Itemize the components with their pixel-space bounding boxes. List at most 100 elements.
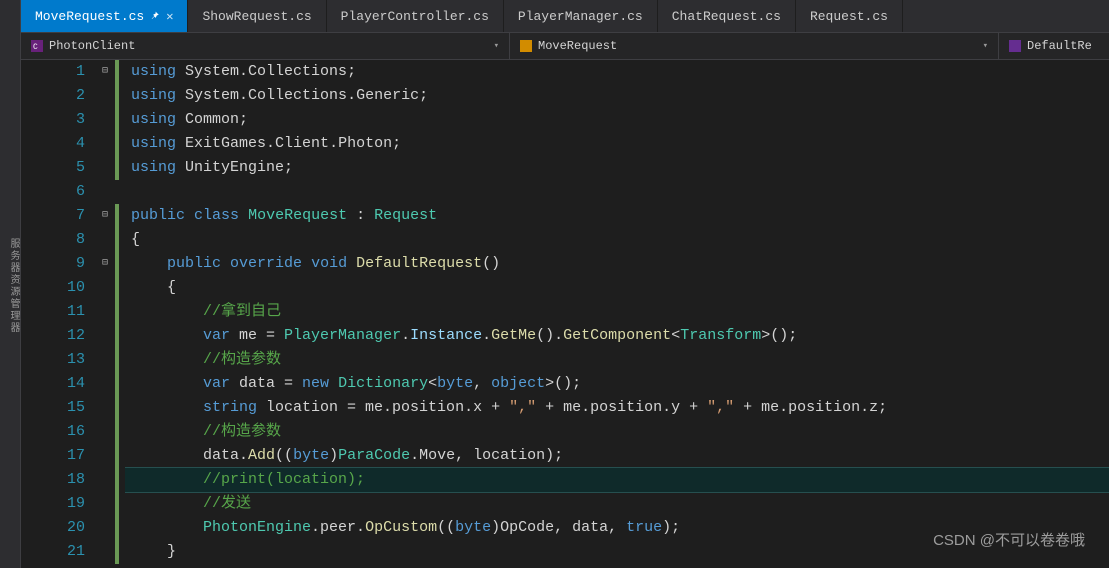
tab-label: ChatRequest.cs	[672, 9, 781, 24]
line-number: 5	[21, 156, 85, 180]
pin-icon	[150, 11, 160, 21]
tab-label: ShowRequest.cs	[202, 9, 311, 24]
line-number: 1	[21, 60, 85, 84]
line-number: 21	[21, 540, 85, 564]
code-line[interactable]: data.Add((byte)ParaCode.Move, location);	[131, 444, 1109, 468]
change-mark	[115, 228, 119, 252]
change-mark	[115, 300, 119, 324]
code-line[interactable]: using UnityEngine;	[131, 156, 1109, 180]
close-icon[interactable]: ✕	[166, 9, 173, 24]
change-mark	[115, 348, 119, 372]
fold-toggle	[97, 396, 113, 420]
code-line[interactable]	[131, 180, 1109, 204]
change-mark	[115, 372, 119, 396]
vertical-toolbar: 服务器资源管理器 工具箱	[0, 0, 21, 568]
change-mark	[115, 492, 119, 516]
method-icon	[1009, 40, 1021, 52]
fold-toggle	[97, 228, 113, 252]
tab-label: PlayerManager.cs	[518, 9, 643, 24]
change-mark	[115, 468, 119, 492]
fold-toggle	[97, 180, 113, 204]
code-line[interactable]: //拿到自己	[131, 300, 1109, 324]
tab-moverequest[interactable]: MoveRequest.cs ✕	[21, 0, 188, 32]
change-mark	[115, 444, 119, 468]
fold-gutter[interactable]: ⊟ ⊟ ⊟	[97, 60, 113, 568]
csharp-project-icon: C	[31, 40, 43, 52]
change-mark	[115, 252, 119, 276]
code-line[interactable]: string location = me.position.x + "," + …	[131, 396, 1109, 420]
code-line[interactable]: {	[131, 276, 1109, 300]
tab-playercontroller[interactable]: PlayerController.cs	[327, 0, 504, 32]
navigation-bar: C PhotonClient ▾ MoveRequest ▾ DefaultRe	[21, 33, 1109, 60]
tab-label: PlayerController.cs	[341, 9, 489, 24]
change-mark	[115, 516, 119, 540]
fold-toggle	[97, 372, 113, 396]
change-mark	[115, 84, 119, 108]
fold-toggle	[97, 300, 113, 324]
fold-toggle	[97, 468, 113, 492]
code-line[interactable]: using System.Collections.Generic;	[131, 84, 1109, 108]
change-mark	[115, 108, 119, 132]
change-mark	[113, 180, 125, 204]
fold-toggle	[97, 348, 113, 372]
tab-label: Request.cs	[810, 9, 888, 24]
line-number: 9	[21, 252, 85, 276]
crumb-project[interactable]: C PhotonClient ▾	[21, 33, 510, 59]
crumb-label: DefaultRe	[1027, 39, 1092, 53]
code-line[interactable]: using ExitGames.Client.Photon;	[131, 132, 1109, 156]
line-number: 14	[21, 372, 85, 396]
code-area[interactable]: using System.Collections;using System.Co…	[125, 60, 1109, 568]
line-number: 13	[21, 348, 85, 372]
change-mark	[115, 540, 119, 564]
line-number-gutter: 123456789101112131415161718192021	[21, 60, 97, 568]
code-line[interactable]: PhotonEngine.peer.OpCustom((byte)OpCode,…	[131, 516, 1109, 540]
line-number: 20	[21, 516, 85, 540]
document-tabs: MoveRequest.cs ✕ ShowRequest.cs PlayerCo…	[21, 0, 1109, 33]
code-line[interactable]: //print(location);	[125, 468, 1109, 492]
line-number: 16	[21, 420, 85, 444]
code-line[interactable]: public override void DefaultRequest()	[131, 252, 1109, 276]
fold-toggle	[97, 444, 113, 468]
fold-toggle[interactable]: ⊟	[97, 60, 113, 84]
crumb-label: PhotonClient	[49, 39, 135, 53]
code-line[interactable]: }	[131, 540, 1109, 564]
code-line[interactable]: var me = PlayerManager.Instance.GetMe().…	[131, 324, 1109, 348]
fold-toggle	[97, 540, 113, 564]
main-area: MoveRequest.cs ✕ ShowRequest.cs PlayerCo…	[21, 0, 1109, 568]
change-mark	[115, 60, 119, 84]
fold-toggle[interactable]: ⊟	[97, 252, 113, 276]
fold-toggle	[97, 516, 113, 540]
crumb-class[interactable]: MoveRequest ▾	[510, 33, 999, 59]
code-line[interactable]: var data = new Dictionary<byte, object>(…	[131, 372, 1109, 396]
change-mark	[115, 396, 119, 420]
change-mark	[115, 276, 119, 300]
tab-chatrequest[interactable]: ChatRequest.cs	[658, 0, 796, 32]
tab-showrequest[interactable]: ShowRequest.cs	[188, 0, 326, 32]
code-line[interactable]: //发送	[131, 492, 1109, 516]
fold-toggle	[97, 492, 113, 516]
editor-root: 服务器资源管理器 工具箱 MoveRequest.cs ✕ ShowReques…	[0, 0, 1109, 568]
code-line[interactable]: public class MoveRequest : Request	[131, 204, 1109, 228]
fold-toggle	[97, 276, 113, 300]
line-number: 12	[21, 324, 85, 348]
code-line[interactable]: {	[131, 228, 1109, 252]
crumb-method[interactable]: DefaultRe	[999, 33, 1109, 59]
code-editor[interactable]: 123456789101112131415161718192021 ⊟⊟⊟ us…	[21, 60, 1109, 568]
code-line[interactable]: //构造参数	[131, 348, 1109, 372]
tab-playermanager[interactable]: PlayerManager.cs	[504, 0, 658, 32]
line-number: 2	[21, 84, 85, 108]
change-mark	[115, 420, 119, 444]
change-mark	[115, 132, 119, 156]
fold-toggle	[97, 84, 113, 108]
tab-request[interactable]: Request.cs	[796, 0, 903, 32]
toolbar-label-1[interactable]: 服务器资源管理器	[5, 238, 20, 334]
fold-toggle[interactable]: ⊟	[97, 204, 113, 228]
change-mark	[115, 204, 119, 228]
fold-toggle	[97, 108, 113, 132]
chevron-down-icon: ▾	[494, 41, 499, 51]
line-number: 19	[21, 492, 85, 516]
code-line[interactable]: using Common;	[131, 108, 1109, 132]
code-line[interactable]: //构造参数	[131, 420, 1109, 444]
code-line[interactable]: using System.Collections;	[131, 60, 1109, 84]
fold-toggle	[97, 420, 113, 444]
